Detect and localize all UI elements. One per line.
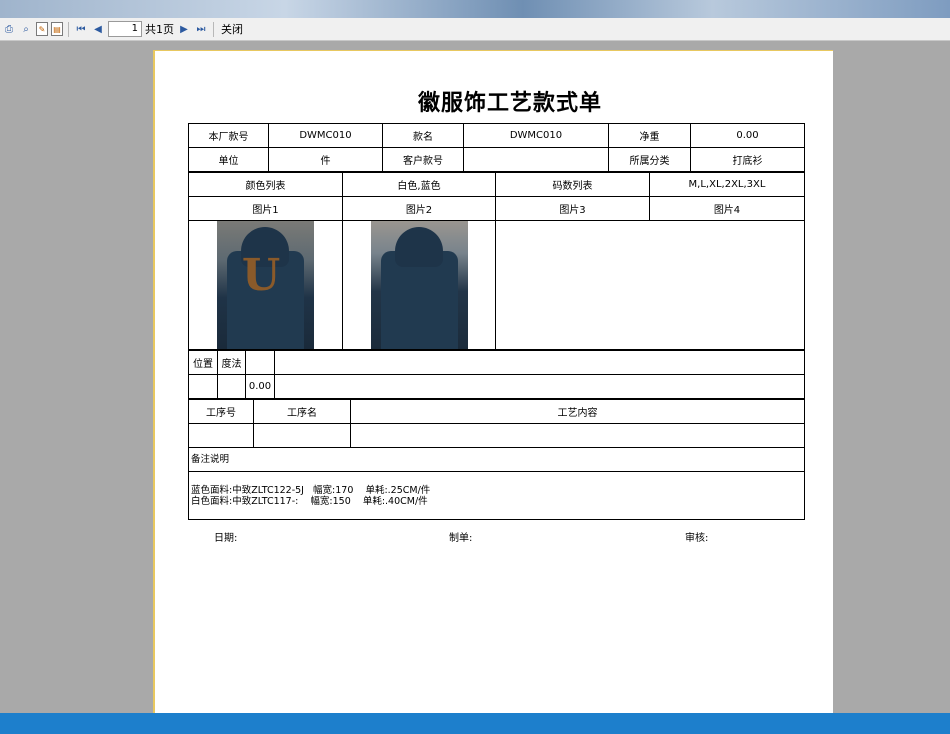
- process-name-cell: [253, 423, 351, 448]
- process-no-label: 工序号: [188, 399, 254, 424]
- page-number-input[interactable]: 1: [108, 21, 142, 37]
- unit-label: 单位: [188, 147, 269, 172]
- measure-header-empty: [245, 350, 275, 375]
- report-page: 徽服饰工艺款式单 本厂款号 DWMC010 款名 DWMC010 净重 0.00…: [153, 50, 833, 720]
- edit-icon[interactable]: ✎: [36, 22, 48, 36]
- process-table: 工序号 工序名 工艺内容: [188, 399, 805, 448]
- process-content-cell: [350, 423, 805, 448]
- net-weight-label: 净重: [608, 123, 691, 148]
- picture-3-4-cell: [495, 220, 805, 350]
- document-title: 徽服饰工艺款式单: [417, 90, 602, 116]
- hoodie-front-photo: U: [217, 221, 314, 349]
- measure-extra-cell: [274, 374, 805, 399]
- review-label: 审核:: [685, 533, 709, 544]
- remark-line: 蓝色面料:中致ZLTC122-5J 幅宽:170 单耗:.25CM/件: [191, 484, 431, 496]
- measure-value: 0.00: [245, 374, 275, 399]
- maker-label: 制单:: [449, 533, 473, 544]
- picture-4-label: 图片4: [649, 196, 805, 221]
- picture-1-label: 图片1: [188, 196, 343, 221]
- measurement-table: 位置 度法 0.00: [188, 350, 805, 399]
- method-label: 度法: [217, 350, 246, 375]
- page-total-label: 共1页: [145, 23, 174, 36]
- window-titlebar: [0, 0, 950, 18]
- process-content-label: 工艺内容: [350, 399, 805, 424]
- search-icon[interactable]: ⌕: [19, 22, 33, 36]
- page-setup-icon[interactable]: ▤: [51, 22, 63, 36]
- factory-no-value: DWMC010: [268, 123, 383, 148]
- toolbar-separator: [68, 21, 69, 37]
- method-cell: [217, 374, 246, 399]
- picture-table: 颜色列表 白色,蓝色 码数列表 M,L,XL,2XL,3XL 图片1 图片2 图…: [188, 172, 805, 350]
- picture-3-label: 图片3: [495, 196, 650, 221]
- previous-page-icon[interactable]: ◀: [91, 22, 105, 36]
- remark-table: 备注说明 蓝色面料:中致ZLTC122-5J 幅宽:170 单耗:.25CM/件…: [188, 447, 805, 520]
- measure-header-extra: [274, 350, 805, 375]
- last-page-icon[interactable]: ⏭: [194, 22, 208, 36]
- preview-toolbar: ⎙ ⌕ ✎ ▤ ⏮ ◀ 1 共1页 ▶ ⏭ 关闭: [0, 18, 950, 41]
- color-list-value: 白色,蓝色: [342, 172, 496, 197]
- style-name-value: DWMC010: [463, 123, 609, 148]
- position-cell: [188, 374, 218, 399]
- picture-1-cell: U: [188, 220, 343, 350]
- toolbar-separator: [213, 21, 214, 37]
- remark-line: 白色面料:中致ZLTC117-: 幅宽:150 单耗:.40CM/件: [191, 495, 428, 507]
- taskbar: [0, 713, 950, 734]
- size-list-label: 码数列表: [495, 172, 650, 197]
- position-label: 位置: [188, 350, 218, 375]
- picture-2-cell: [342, 220, 496, 350]
- next-page-icon[interactable]: ▶: [177, 22, 191, 36]
- size-list-value: M,L,XL,2XL,3XL: [649, 172, 805, 197]
- first-page-icon[interactable]: ⏮: [74, 22, 88, 36]
- print-icon[interactable]: ⎙: [2, 22, 16, 36]
- net-weight-value: 0.00: [690, 123, 805, 148]
- color-list-label: 颜色列表: [188, 172, 343, 197]
- process-name-label: 工序名: [253, 399, 351, 424]
- unit-value: 件: [268, 147, 383, 172]
- customer-no-label: 客户款号: [382, 147, 464, 172]
- factory-no-label: 本厂款号: [188, 123, 269, 148]
- close-button[interactable]: 关闭: [219, 21, 245, 37]
- style-name-label: 款名: [382, 123, 464, 148]
- remark-label: 备注说明: [188, 447, 805, 472]
- category-value: 打底衫: [690, 147, 805, 172]
- category-label: 所属分类: [608, 147, 691, 172]
- header-info-table: 本厂款号 DWMC010 款名 DWMC010 净重 0.00 单位 件 客户款…: [188, 123, 805, 172]
- hoodie-back-photo: [370, 221, 468, 349]
- date-label: 日期:: [214, 533, 238, 544]
- process-no-cell: [188, 423, 254, 448]
- picture-2-label: 图片2: [342, 196, 496, 221]
- customer-no-value: [463, 147, 609, 172]
- remark-content: 蓝色面料:中致ZLTC122-5J 幅宽:170 单耗:.25CM/件 白色面料:…: [188, 471, 805, 520]
